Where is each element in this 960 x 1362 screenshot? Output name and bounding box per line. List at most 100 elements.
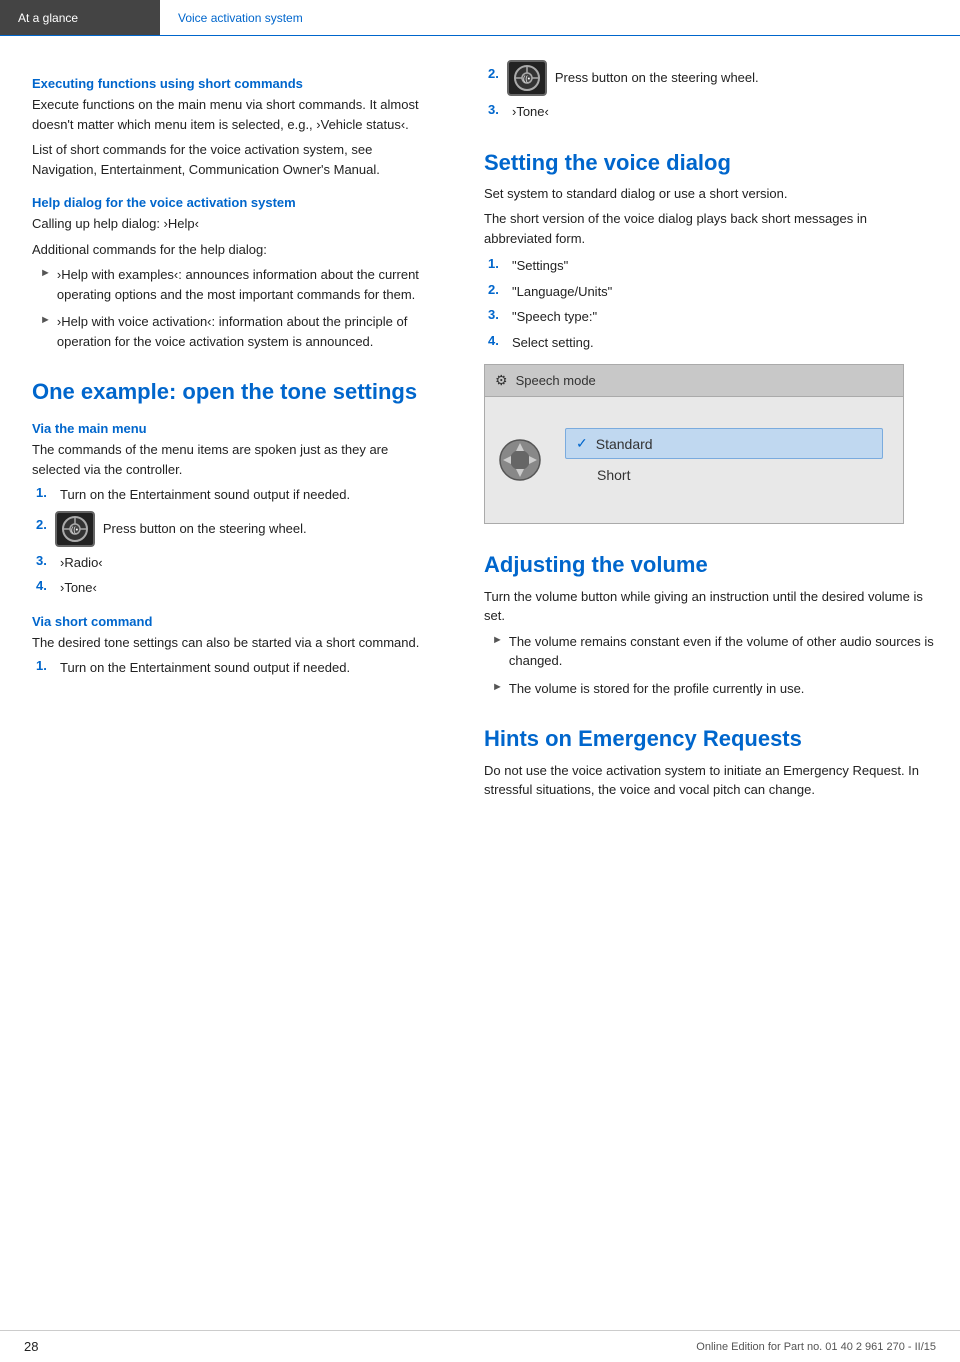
- speech-mode-title: Speech mode: [516, 373, 596, 388]
- setting-voice-dialog-heading: Setting the voice dialog: [484, 150, 936, 176]
- executing-functions-para1: Execute functions on the main menu via s…: [32, 95, 436, 134]
- right-step-2-text: Press button on the steering wheel.: [555, 68, 759, 88]
- section-emergency-requests: Hints on Emergency Requests Do not use t…: [484, 726, 936, 799]
- help-dialog-heading: Help dialog for the voice activation sys…: [32, 195, 436, 210]
- speech-option-short-label: Short: [597, 467, 630, 483]
- one-example-heading: One example: open the tone settings: [32, 379, 436, 405]
- step-num-2: 2.: [36, 517, 47, 532]
- executing-functions-para2: List of short commands for the voice act…: [32, 140, 436, 179]
- page-number: 28: [24, 1339, 38, 1354]
- voice-step-num-2: 2.: [488, 282, 504, 297]
- voice-step-num-4: 4.: [488, 333, 504, 348]
- help-bullet-1: ► ›Help with examples‹: announces inform…: [32, 265, 436, 304]
- svg-text:((•: ((•: [71, 527, 79, 534]
- voice-step-num-1: 1.: [488, 256, 504, 271]
- voice-dialog-para1: Set system to standard dialog or use a s…: [484, 184, 936, 204]
- step-text-3: ›Radio‹: [60, 553, 103, 573]
- voice-dialog-step3: 3. "Speech type:": [484, 307, 936, 327]
- section-setting-voice-dialog: Setting the voice dialog Set system to s…: [484, 150, 936, 525]
- step-1-left: 1. Turn on the Entertainment sound outpu…: [32, 485, 436, 505]
- page-footer: 28 Online Edition for Part no. 01 40 2 9…: [0, 1330, 960, 1362]
- right-step-text-3: ›Tone‹: [512, 102, 549, 122]
- via-short-command-para: The desired tone settings can also be st…: [32, 633, 436, 653]
- section-one-example: One example: open the tone settings Via …: [32, 379, 436, 678]
- left-column: Executing functions using short commands…: [0, 60, 460, 806]
- voice-dialog-para2: The short version of the voice dialog pl…: [484, 209, 936, 248]
- step-2-left-text: Press button on the steering wheel.: [103, 519, 307, 539]
- via-short-command-heading: Via short command: [32, 614, 436, 629]
- checkmark-icon: ✓: [576, 435, 588, 452]
- voice-step-text-4: Select setting.: [512, 333, 594, 353]
- voice-step-text-3: "Speech type:": [512, 307, 597, 327]
- speech-option-standard-label: Standard: [596, 436, 653, 452]
- emergency-requests-para: Do not use the voice activation system t…: [484, 761, 936, 800]
- subsection-via-short-command: Via short command The desired tone setti…: [32, 614, 436, 678]
- page-header: At a glance Voice activation system: [0, 0, 960, 36]
- speech-mode-options: ✓ Standard Short: [545, 420, 903, 499]
- step-num-4: 4.: [36, 578, 52, 593]
- header-section-left: At a glance: [0, 0, 160, 35]
- speech-option-standard: ✓ Standard: [565, 428, 883, 459]
- copyright-text: Online Edition for Part no. 01 40 2 961 …: [696, 1341, 936, 1353]
- volume-bullet-2: ► The volume is stored for the profile c…: [484, 679, 936, 699]
- executing-functions-heading: Executing functions using short commands: [32, 76, 436, 91]
- volume-bullet-text-2: The volume is stored for the profile cur…: [509, 679, 805, 699]
- knob-svg: [499, 439, 541, 481]
- right-step-num-2: 2.: [488, 66, 499, 81]
- step-2-content: ((• Press button on the steering wheel.: [55, 511, 307, 547]
- speech-mode-title-bar: ⚙ Speech mode: [485, 365, 903, 397]
- right-step-2-section: 2. ((• Press button on the steering whee…: [484, 60, 936, 122]
- right-column: 2. ((• Press button on the steering whee…: [460, 60, 960, 806]
- header-right-label: Voice activation system: [178, 11, 303, 25]
- step-short-num-1: 1.: [36, 658, 52, 673]
- right-step-num-3: 3.: [488, 102, 504, 117]
- step-num-3: 3.: [36, 553, 52, 568]
- voice-dialog-step1: 1. "Settings": [484, 256, 936, 276]
- right-step-2: 2. ((• Press button on the steering whee…: [484, 60, 936, 96]
- right-step-2-content: ((• Press button on the steering wheel.: [507, 60, 759, 96]
- section-executing-functions: Executing functions using short commands…: [32, 76, 436, 179]
- help-dialog-para2: Additional commands for the help dialog:: [32, 240, 436, 260]
- svg-text:((•: ((•: [523, 76, 531, 83]
- voice-step-num-3: 3.: [488, 307, 504, 322]
- step-3-left: 3. ›Radio‹: [32, 553, 436, 573]
- section-adjusting-volume: Adjusting the volume Turn the volume but…: [484, 552, 936, 698]
- steering-wheel-icon-right: ((•: [507, 60, 547, 96]
- step-num-1: 1.: [36, 485, 52, 500]
- step-text-1: Turn on the Entertainment sound output i…: [60, 485, 350, 505]
- via-main-menu-heading: Via the main menu: [32, 421, 436, 436]
- header-section-right: Voice activation system: [160, 0, 321, 35]
- speech-option-short: Short: [565, 461, 883, 489]
- volume-bullet-arrow-2: ►: [492, 681, 503, 693]
- step-4-left: 4. ›Tone‹: [32, 578, 436, 598]
- voice-dialog-step4: 4. Select setting.: [484, 333, 936, 353]
- speech-mode-screenshot: ⚙ Speech mode: [484, 364, 904, 524]
- volume-bullet-1: ► The volume remains constant even if th…: [484, 632, 936, 671]
- voice-step-text-2: "Language/Units": [512, 282, 612, 302]
- step-2-left: 2. ((• Press button: [32, 511, 436, 547]
- emergency-requests-heading: Hints on Emergency Requests: [484, 726, 936, 752]
- step-text-4: ›Tone‹: [60, 578, 97, 598]
- bullet-arrow-icon-2: ►: [40, 314, 51, 326]
- steering-wheel-icon: ((•: [55, 511, 95, 547]
- volume-bullet-text-1: The volume remains constant even if the …: [509, 632, 936, 671]
- help-bullet-2-text: ›Help with voice activation‹: informatio…: [57, 312, 436, 351]
- section-help-dialog: Help dialog for the voice activation sys…: [32, 195, 436, 351]
- help-bullet-1-text: ›Help with examples‹: announces informat…: [57, 265, 436, 304]
- header-left-label: At a glance: [18, 11, 78, 25]
- help-bullet-2: ► ›Help with voice activation‹: informat…: [32, 312, 436, 351]
- right-step-3: 3. ›Tone‹: [484, 102, 936, 122]
- voice-dialog-step2: 2. "Language/Units": [484, 282, 936, 302]
- voice-step-text-1: "Settings": [512, 256, 568, 276]
- via-main-menu-para: The commands of the menu items are spoke…: [32, 440, 436, 479]
- step-short-text-1: Turn on the Entertainment sound output i…: [60, 658, 350, 678]
- adjusting-volume-para: Turn the volume button while giving an i…: [484, 587, 936, 626]
- volume-bullet-arrow-1: ►: [492, 634, 503, 646]
- step-1-short: 1. Turn on the Entertainment sound outpu…: [32, 658, 436, 678]
- adjusting-volume-heading: Adjusting the volume: [484, 552, 936, 578]
- subsection-via-main-menu: Via the main menu The commands of the me…: [32, 421, 436, 598]
- help-dialog-para1: Calling up help dialog: ›Help‹: [32, 214, 436, 234]
- bullet-arrow-icon: ►: [40, 267, 51, 279]
- speech-mode-icon: ⚙: [495, 372, 508, 389]
- main-content: Executing functions using short commands…: [0, 36, 960, 806]
